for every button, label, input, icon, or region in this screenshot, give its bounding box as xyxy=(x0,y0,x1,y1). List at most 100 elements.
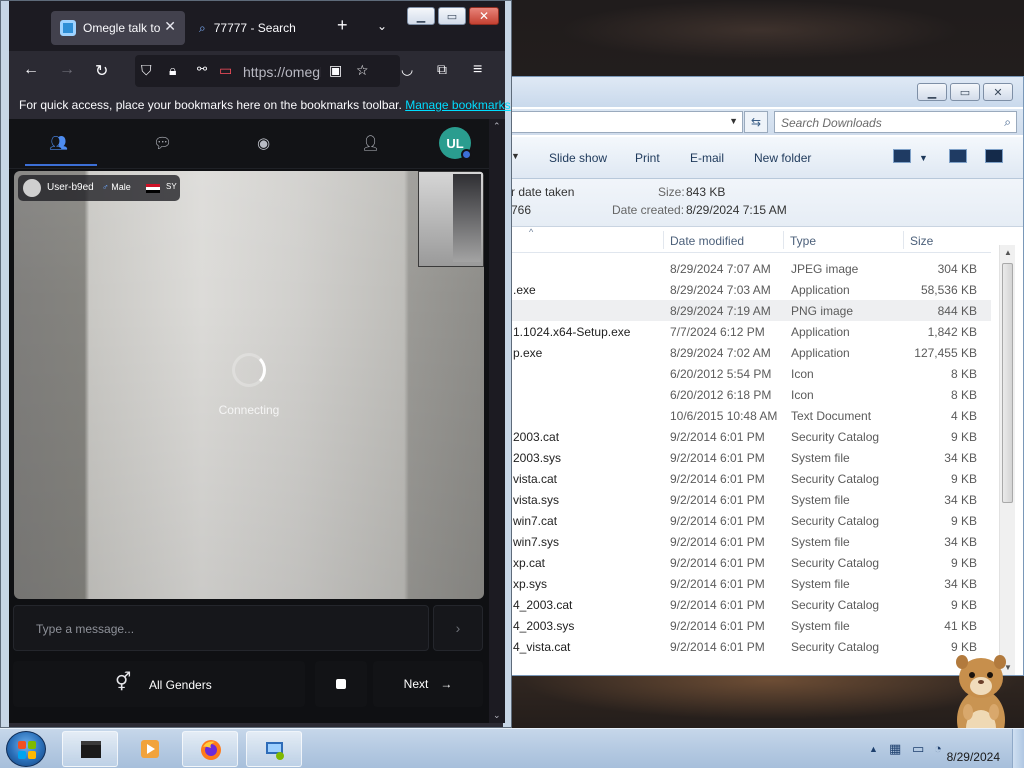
change-view-icon[interactable] xyxy=(893,149,911,163)
file-row[interactable]: 2003.sys 9/2/2014 6:01 PM System file 34 KB xyxy=(491,447,991,468)
help-icon[interactable] xyxy=(985,149,1003,163)
column-type[interactable]: Type xyxy=(790,234,816,248)
new-folder-button[interactable]: New folder xyxy=(754,151,811,165)
file-row[interactable]: win7.cat 9/2/2014 6:01 PM Security Catalog… xyxy=(491,510,991,531)
email-button[interactable]: E-mail xyxy=(690,151,724,165)
file-row[interactable]: xp.sys 9/2/2014 6:01 PM System file 34 KB xyxy=(491,573,991,594)
search-icon[interactable]: ⌕ xyxy=(1004,115,1011,130)
volume-icon[interactable]: ◔ xyxy=(934,741,942,756)
omegle-favicon-icon xyxy=(60,20,76,36)
gender-filter-button[interactable]: ⚥ All Genders xyxy=(13,661,305,707)
taskbar-app-terminal[interactable] xyxy=(62,731,118,767)
column-separator[interactable] xyxy=(783,231,784,249)
view-options-chevron-icon[interactable]: ▼ xyxy=(919,153,928,163)
chat-bubbles-icon[interactable]: 💬︎ xyxy=(153,134,172,152)
file-row[interactable]: 6/20/2012 5:54 PM Icon 8 KB xyxy=(491,363,991,384)
tab-omegle[interactable]: Omegle talk to strangers ✕ xyxy=(51,11,185,45)
file-row[interactable]: p.exe 8/29/2024 7:02 AM Application 127,455… xyxy=(491,342,991,363)
print-button[interactable]: Print xyxy=(635,151,660,165)
bookmark-star-icon[interactable]: ☆ xyxy=(356,62,369,79)
file-row[interactable]: 10/6/2015 10:48 AM Text Document 4 KB xyxy=(491,405,991,426)
maximize-button[interactable]: ▭ xyxy=(438,7,466,25)
file-row[interactable]: 8/29/2024 7:07 AM JPEG image 304 KB xyxy=(491,258,991,279)
explore-icon[interactable]: ◉ xyxy=(257,134,270,152)
file-row[interactable]: win7.sys 9/2/2014 6:01 PM System file 34 KB xyxy=(491,531,991,552)
file-name: xp.sys xyxy=(513,577,548,591)
people-icon[interactable]: 👥︎ xyxy=(49,134,68,152)
file-row[interactable]: 4_vista.cat 9/2/2014 6:01 PM Security Cata… xyxy=(491,636,991,657)
hamburger-menu-icon[interactable]: ≡ xyxy=(473,61,482,79)
forward-arrow-icon[interactable]: → xyxy=(59,61,75,79)
page-scrollbar[interactable]: ⌃ ⌄ xyxy=(489,119,505,723)
preview-pane-icon[interactable] xyxy=(949,149,967,163)
lock-icon[interactable]: 🔒︎ xyxy=(169,62,176,79)
reader-view-icon[interactable]: ▣ xyxy=(329,62,342,79)
next-button[interactable]: Next → xyxy=(373,661,483,707)
taskbar-app-firefox[interactable] xyxy=(182,731,238,767)
close-button[interactable]: ✕ xyxy=(469,7,499,25)
camera-sharing-icon[interactable]: ▭ xyxy=(219,62,232,79)
file-row[interactable]: 4_2003.sys 9/2/2014 6:01 PM System file 41 … xyxy=(491,615,991,636)
minimize-button[interactable]: ▁ xyxy=(917,83,947,101)
file-row[interactable]: vista.sys 9/2/2014 6:01 PM System file 34 K… xyxy=(491,489,991,510)
file-row[interactable]: 4_2003.cat 9/2/2014 6:01 PM Security Catal… xyxy=(491,594,991,615)
taskbar-app-media-player[interactable] xyxy=(122,731,178,767)
close-button[interactable]: ✕ xyxy=(983,83,1013,101)
address-field[interactable]: ▼ xyxy=(491,111,743,133)
scroll-down-icon[interactable]: ⌄ xyxy=(493,710,501,721)
new-tab-button[interactable]: + xyxy=(337,15,348,36)
organize-chevron-icon[interactable]: ▼ xyxy=(511,151,520,161)
column-separator[interactable] xyxy=(663,231,664,249)
explorer-scrollbar[interactable]: ▲ ▼ xyxy=(999,245,1015,675)
file-row-selected[interactable]: 8/29/2024 7:19 AM PNG image 844 KB xyxy=(491,300,991,321)
pocket-icon[interactable]: ◡ xyxy=(401,61,413,78)
self-preview-frame xyxy=(453,174,481,262)
file-row[interactable]: 2003.cat 9/2/2014 6:01 PM Security Catalog… xyxy=(491,426,991,447)
stranger-info-chip[interactable]: User-b9ed ♂ Male SY xyxy=(18,175,180,201)
stranger-gender: ♂ Male xyxy=(102,182,131,192)
column-size[interactable]: Size xyxy=(910,234,933,248)
taskbar-app-explorer[interactable] xyxy=(246,731,302,767)
minimize-button[interactable]: ▁ xyxy=(407,7,435,25)
send-button[interactable]: › xyxy=(433,605,483,651)
self-camera-preview[interactable] xyxy=(418,171,484,267)
scrollbar-thumb[interactable] xyxy=(1002,263,1013,503)
manage-bookmarks-link[interactable]: Manage bookmarks xyxy=(405,98,510,112)
profile-icon[interactable]: 👤︎ xyxy=(361,134,380,152)
show-desktop-button[interactable] xyxy=(1012,729,1024,768)
column-separator[interactable] xyxy=(903,231,904,249)
file-row[interactable]: .exe 8/29/2024 7:03 AM Application 58,536 K… xyxy=(491,279,991,300)
scroll-up-icon[interactable]: ▲ xyxy=(1004,248,1012,257)
tab-search[interactable]: ⌕ 77777 - Search xyxy=(199,21,296,36)
stop-button[interactable] xyxy=(315,661,367,707)
avatar[interactable]: UL xyxy=(439,127,472,160)
message-input[interactable]: Type a message... xyxy=(13,605,429,651)
permissions-icon[interactable]: ⚯ xyxy=(197,62,207,76)
file-row[interactable]: 6/20/2012 6:18 PM Icon 8 KB xyxy=(491,384,991,405)
url-text[interactable]: https://omegle xyxy=(243,64,321,80)
network-icon[interactable]: ▦ xyxy=(889,741,901,757)
url-bar[interactable]: ⛉ 🔒︎ ⚯ ▭ https://omegle ▣ ☆ xyxy=(135,55,400,87)
search-input[interactable]: Search Downloads ⌕ xyxy=(774,111,1017,133)
slide-show-button[interactable]: Slide show xyxy=(549,151,607,165)
maximize-button[interactable]: ▭ xyxy=(950,83,980,101)
display-icon[interactable]: ▭ xyxy=(912,741,924,757)
column-date-modified[interactable]: Date modified xyxy=(670,234,744,248)
file-type: System file xyxy=(791,619,850,633)
list-all-tabs-chevron-icon[interactable]: ⌄ xyxy=(377,19,387,33)
reload-icon[interactable]: ↻ xyxy=(95,61,108,81)
extensions-puzzle-icon[interactable]: ⧉ xyxy=(437,61,447,78)
file-row[interactable]: xp.cat 9/2/2014 6:01 PM Security Catalog 9 … xyxy=(491,552,991,573)
file-row[interactable]: vista.cat 9/2/2014 6:01 PM Security Catalo… xyxy=(491,468,991,489)
refresh-button[interactable]: ⇆ xyxy=(744,111,768,133)
close-tab-icon[interactable]: ✕ xyxy=(164,18,176,35)
tracking-protection-shield-icon[interactable]: ⛉ xyxy=(141,62,152,79)
show-hidden-icons-icon[interactable]: ▲ xyxy=(869,744,878,754)
back-arrow-icon[interactable]: ← xyxy=(23,61,39,79)
chevron-down-icon[interactable]: ▼ xyxy=(729,116,738,126)
clock-date[interactable]: 8/29/2024 xyxy=(947,750,1000,764)
file-row[interactable]: 1.1024.x64-Setup.exe 7/7/2024 6:12 PM Appl… xyxy=(491,321,991,342)
explorer-titlebar[interactable]: ▁ ▭ ✕ xyxy=(491,77,1023,107)
scroll-up-icon[interactable]: ⌃ xyxy=(493,121,501,132)
start-button[interactable] xyxy=(6,731,46,767)
